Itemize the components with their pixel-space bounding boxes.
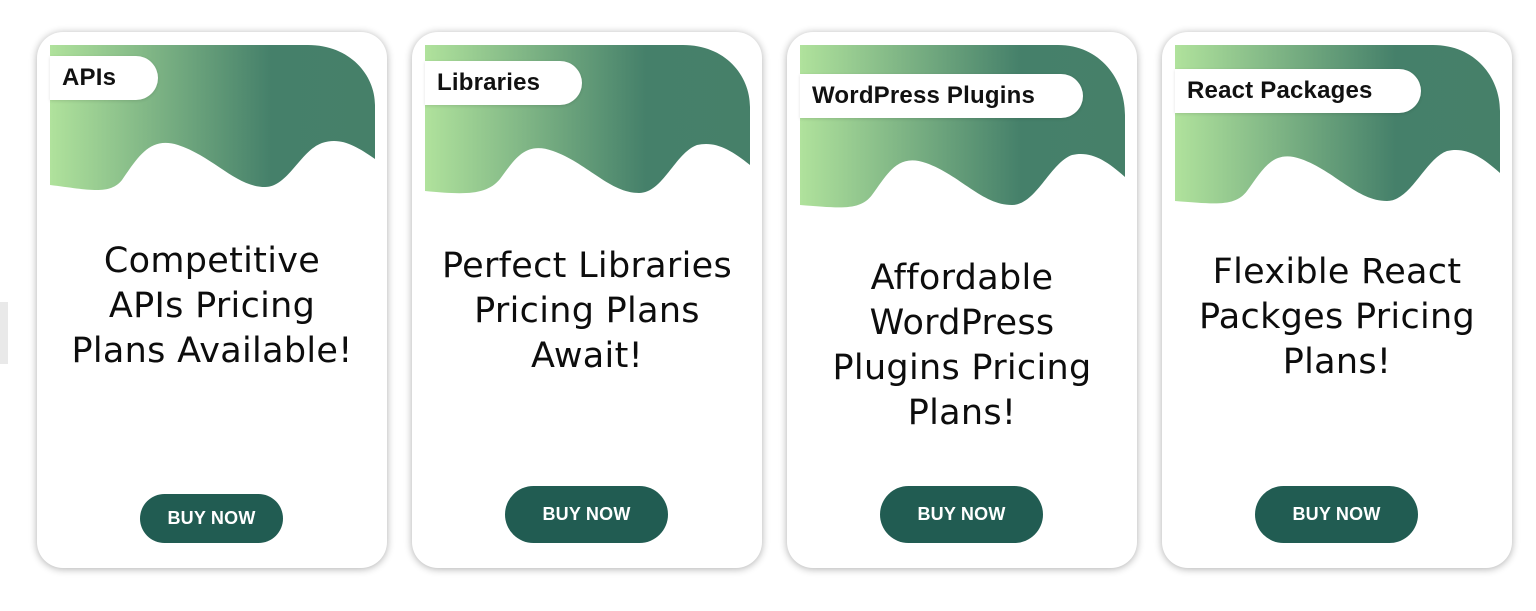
pricing-card-apis: APIs Competitive APIs Pricing Plans Avai… xyxy=(37,32,387,568)
category-tag: React Packages xyxy=(1175,69,1421,113)
pricing-card-wordpress-plugins: WordPress Plugins Affordable WordPress P… xyxy=(787,32,1137,568)
category-tag: APIs xyxy=(50,56,158,100)
category-tag-label: Libraries xyxy=(437,69,541,96)
card-headline: Perfect Libraries Pricing Plans Await! xyxy=(442,246,732,376)
side-scroll-tab[interactable] xyxy=(0,302,8,364)
category-tag-label: React Packages xyxy=(1187,77,1373,104)
buy-now-button[interactable]: BUY NOW xyxy=(140,494,283,543)
category-tag-label: APIs xyxy=(62,64,117,91)
pricing-card-libraries: Libraries Perfect Libraries Pricing Plan… xyxy=(412,32,762,568)
card-headline: Competitive APIs Pricing Plans Available… xyxy=(71,241,353,371)
buy-now-button[interactable]: BUY NOW xyxy=(505,486,668,543)
card-headline: Affordable WordPress Plugins Pricing Pla… xyxy=(832,258,1092,433)
category-tag: WordPress Plugins xyxy=(800,74,1083,118)
card-headline: Flexible React Packges Pricing Plans! xyxy=(1198,252,1476,382)
pricing-card-react-packages: React Packages Flexible React Packges Pr… xyxy=(1162,32,1512,568)
buy-now-button[interactable]: BUY NOW xyxy=(1255,486,1418,543)
category-tag-label: WordPress Plugins xyxy=(812,82,1036,109)
category-tag: Libraries xyxy=(425,61,582,105)
buy-now-button[interactable]: BUY NOW xyxy=(880,486,1043,543)
